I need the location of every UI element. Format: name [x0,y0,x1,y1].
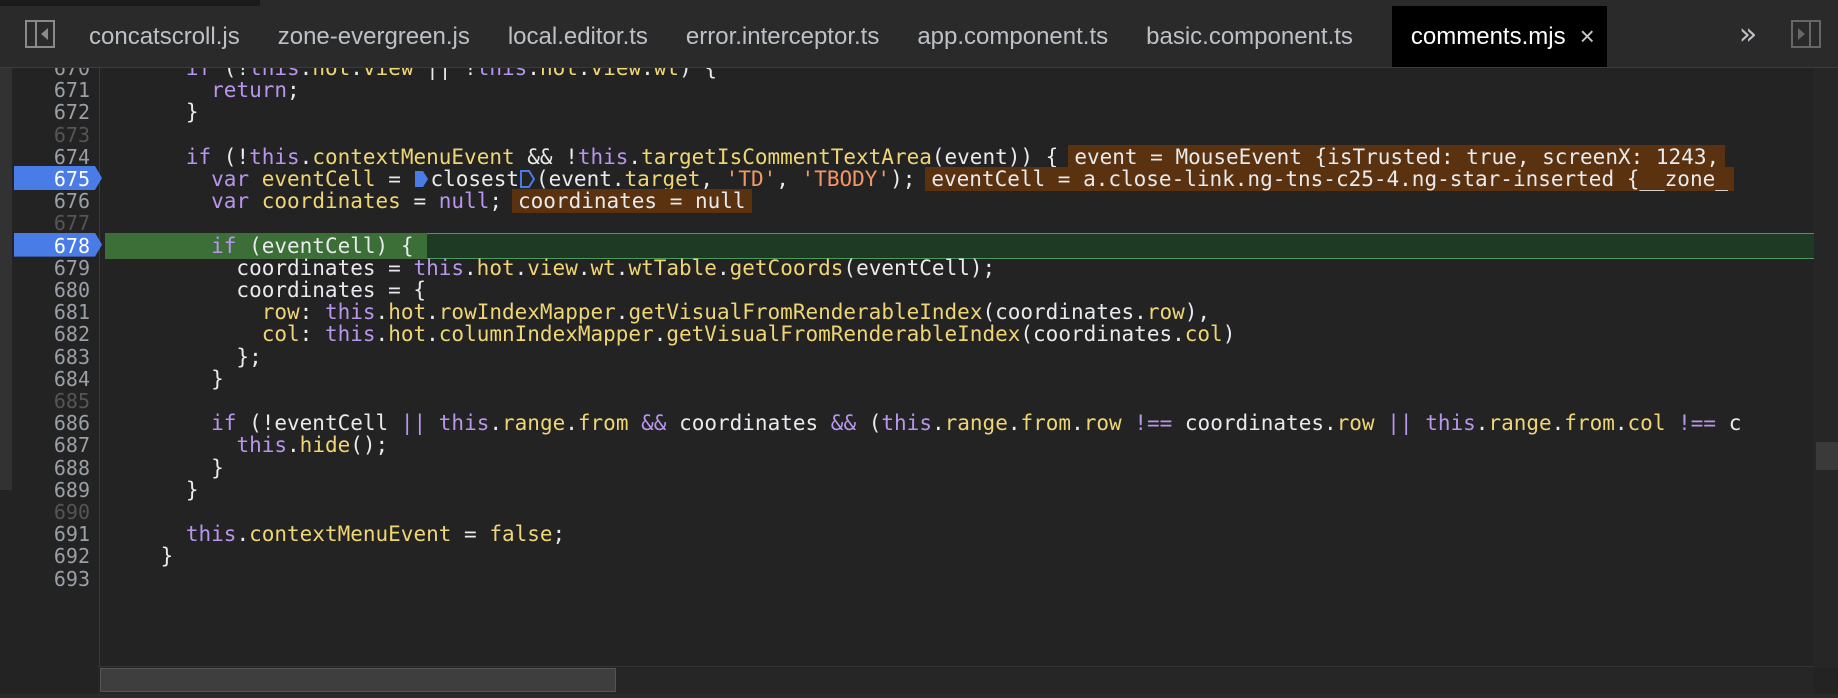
tab-label: basic.component.ts [1146,22,1353,50]
tab-label: app.component.ts [917,22,1109,50]
vertical-scrollbar[interactable] [1814,68,1838,668]
horizontal-scroll-thumb[interactable] [100,668,616,692]
tab-local-editor[interactable]: local.editor.ts [489,6,667,67]
file-tab-bar: concatscroll.js zone-evergreen.js local.… [0,0,1838,68]
tab-label: zone-evergreen.js [277,22,470,50]
tab-label: concatscroll.js [89,22,240,50]
sources-editor-window: concatscroll.js zone-evergreen.js local.… [0,0,1838,698]
sidebar-toggle-icon[interactable] [20,14,60,54]
tab-list: concatscroll.js zone-evergreen.js local.… [70,6,1607,67]
tab-basic-component[interactable]: basic.component.ts [1127,6,1372,67]
vertical-scroll-thumb[interactable] [1816,442,1838,470]
editor-bottom-strip [0,694,1838,698]
line-number[interactable]: 693 [12,566,90,592]
close-icon[interactable]: × [1580,21,1595,52]
tab-zone-evergreen[interactable]: zone-evergreen.js [259,6,489,67]
tab-label: local.editor.ts [507,22,648,50]
tab-label: error.interceptor.ts [685,22,880,50]
debugger-panel-toggle-icon[interactable] [1786,14,1826,54]
code-editor[interactable]: 670 if (!this.hot.view || !this.hot.view… [0,68,1838,698]
step-location-icon[interactable] [414,170,429,188]
tab-app-component[interactable]: app.component.ts [898,6,1127,67]
tab-spacer [1372,6,1392,67]
tab-comments[interactable]: comments.mjs × [1391,6,1607,67]
code-line[interactable]: 693 [0,566,1838,592]
tab-label: comments.mjs [1410,22,1566,50]
step-location-icon[interactable] [520,170,535,188]
tab-error-interceptor[interactable]: error.interceptor.ts [667,6,898,67]
chevron-double-right-icon[interactable]: » [1728,14,1768,54]
tab-concatscroll[interactable]: concatscroll.js [70,6,259,67]
